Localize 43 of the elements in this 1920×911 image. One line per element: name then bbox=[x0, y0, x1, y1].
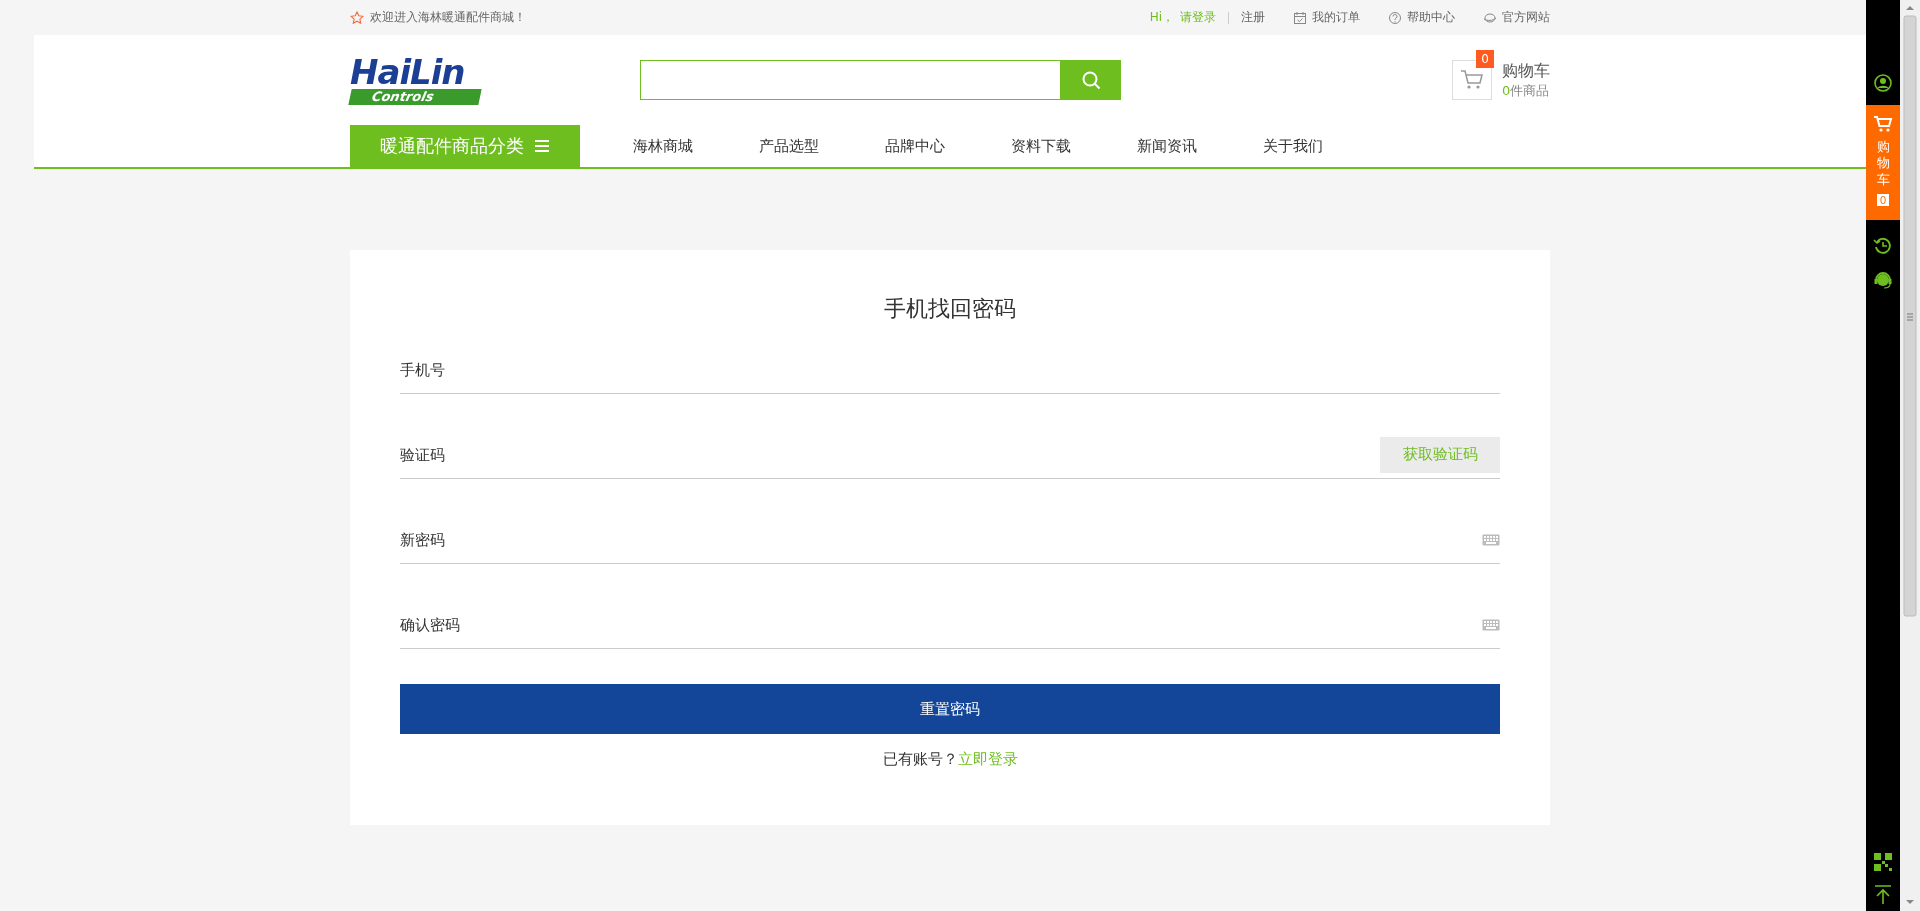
cart-item-count: 0 bbox=[1502, 82, 1511, 98]
cart-title: 购物车 bbox=[1502, 60, 1550, 82]
login-prompt: 已有账号？ bbox=[882, 750, 958, 768]
form-title: 手机找回密码 bbox=[883, 295, 1017, 323]
history-icon[interactable] bbox=[1873, 235, 1893, 256]
input-field[interactable]: 确认密码 bbox=[400, 604, 1482, 645]
logo-tagline: Controls bbox=[348, 89, 482, 105]
user-icon[interactable] bbox=[1874, 74, 1892, 92]
cart-count-label: 件商品 bbox=[1510, 82, 1550, 98]
keyboard-icon bbox=[1482, 533, 1500, 546]
input-field[interactable]: 验证码 bbox=[400, 434, 1380, 475]
top-link[interactable]: 帮助中心 bbox=[1388, 9, 1455, 26]
cart-icon bbox=[1460, 69, 1484, 91]
headset-icon[interactable] bbox=[1873, 269, 1893, 290]
nav-link[interactable]: 海林商城 bbox=[600, 125, 726, 167]
logo-wordmark: HaiLin bbox=[350, 55, 466, 89]
help-icon bbox=[1388, 10, 1402, 25]
greeting-text: Hi， bbox=[1149, 9, 1174, 26]
search-icon bbox=[1081, 70, 1101, 90]
nav-link[interactable]: 品牌中心 bbox=[852, 125, 978, 167]
input-field[interactable]: 新密码 bbox=[400, 519, 1482, 560]
nav-link[interactable]: 新闻资讯 bbox=[1104, 125, 1230, 167]
globe-icon bbox=[1483, 10, 1497, 25]
top-link[interactable]: 我的订单 bbox=[1293, 9, 1360, 26]
nav-link[interactable]: 资料下载 bbox=[978, 125, 1104, 167]
nav-link[interactable]: 关于我们 bbox=[1230, 125, 1356, 167]
input-field[interactable]: 手机号 bbox=[400, 349, 1500, 390]
top-link[interactable]: 官方网站 bbox=[1483, 9, 1550, 26]
keyboard-icon bbox=[1482, 618, 1500, 631]
nav-link[interactable]: 产品选型 bbox=[726, 125, 852, 167]
cart-icon bbox=[1873, 115, 1893, 133]
search-field[interactable] bbox=[640, 60, 1061, 100]
sidebar-cart-count: 0 bbox=[1876, 193, 1890, 206]
reset-password-button[interactable]: 重置密码 bbox=[400, 684, 1500, 734]
sidebar-cart-button[interactable]: 购物车 0 bbox=[1866, 105, 1900, 220]
register-link[interactable]: 注册 bbox=[1241, 9, 1265, 26]
welcome-text: 欢迎进入海林暖通配件商城！ bbox=[370, 9, 526, 26]
cart-badge: 0 bbox=[1476, 50, 1494, 68]
menu-icon bbox=[534, 139, 550, 153]
calendar-icon bbox=[1293, 10, 1307, 25]
star-icon bbox=[350, 10, 364, 25]
qr-code-icon[interactable] bbox=[1874, 853, 1892, 871]
back-to-top-icon[interactable] bbox=[1874, 885, 1892, 905]
